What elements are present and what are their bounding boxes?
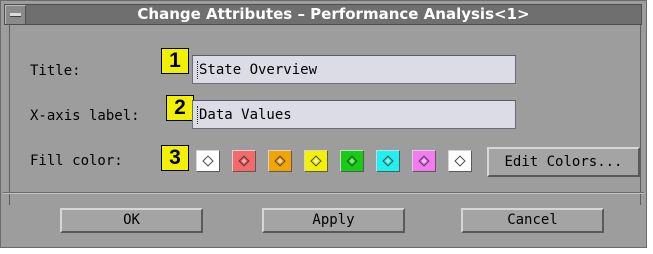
diamond-icon (382, 155, 394, 167)
diamond-icon (454, 155, 466, 167)
title-field[interactable]: State Overview (192, 55, 516, 84)
diamond-icon (346, 155, 358, 167)
swatch-cyan[interactable] (376, 150, 400, 172)
button-row-separator (3, 192, 644, 194)
callout-2: 2 (166, 95, 194, 121)
apply-button[interactable]: Apply (262, 208, 405, 233)
fill-color-label: Fill color: (30, 153, 123, 169)
diamond-icon (202, 155, 214, 167)
swatch-white-2[interactable] (448, 150, 472, 172)
swatch-white[interactable] (196, 150, 220, 172)
title-field-value: State Overview (199, 62, 318, 78)
swatch-red[interactable] (232, 150, 256, 172)
callout-1: 1 (161, 48, 189, 74)
swatch-orange[interactable] (268, 150, 292, 172)
swatch-yellow[interactable] (304, 150, 328, 172)
window-menu-button[interactable] (5, 5, 26, 24)
change-attributes-dialog: Change Attributes – Performance Analysis… (0, 0, 647, 248)
xaxis-label: X-axis label: (30, 108, 140, 124)
diamond-icon (418, 155, 430, 167)
cancel-button[interactable]: Cancel (461, 208, 604, 233)
window-title: Change Attributes – Performance Analysis… (137, 5, 530, 23)
diamond-icon (274, 155, 286, 167)
callout-3: 3 (161, 145, 189, 171)
window-menu-icon (10, 13, 21, 17)
xaxis-field-value: Data Values (199, 107, 292, 123)
swatch-green[interactable] (340, 150, 364, 172)
title-label: Title: (30, 63, 81, 79)
title-bar: Change Attributes – Performance Analysis… (4, 4, 642, 25)
diamond-icon (310, 155, 322, 167)
edit-colors-button[interactable]: Edit Colors... (487, 147, 640, 177)
left-frame-divider (9, 25, 10, 205)
right-frame-divider (640, 25, 641, 205)
ok-button[interactable]: OK (60, 208, 203, 233)
swatch-magenta[interactable] (412, 150, 436, 172)
xaxis-field[interactable]: Data Values (192, 100, 516, 129)
diamond-icon (238, 155, 250, 167)
